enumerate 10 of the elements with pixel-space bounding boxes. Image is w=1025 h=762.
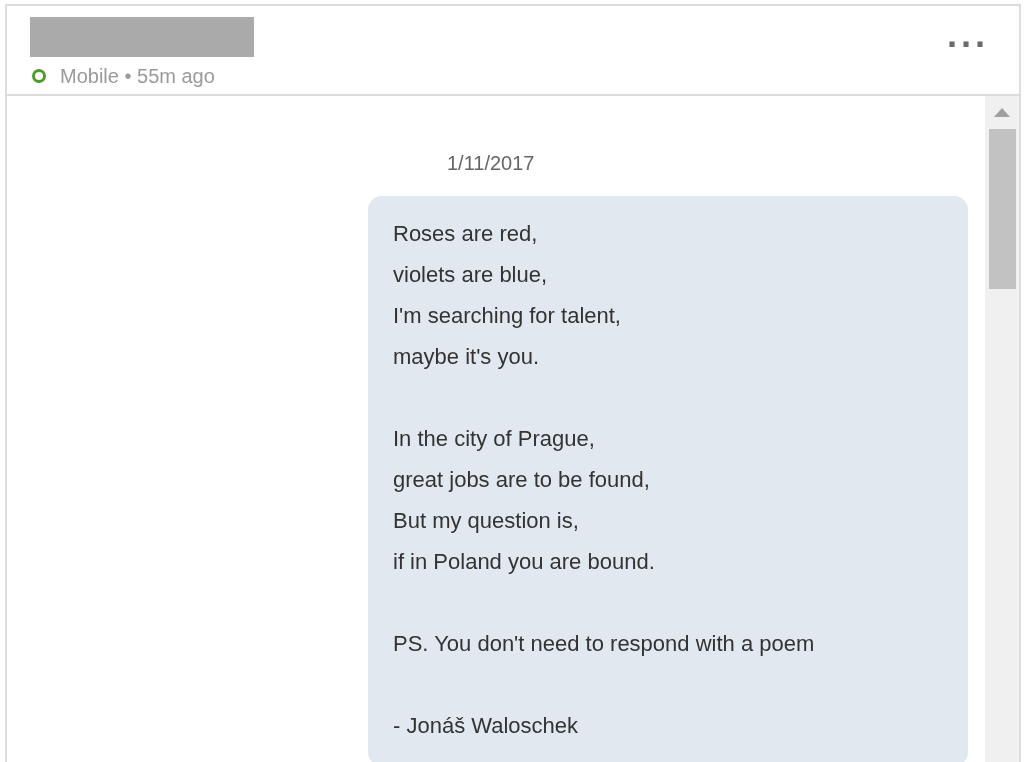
message-text: - Jonáš Waloschek [393,712,580,740]
message-text: In the city of Prague, great jobs are to be found, But my question is, if in Poland you are bound. [393,425,656,576]
scroll-thumb[interactable] [988,129,1016,289]
message-text: PS. You don't need to respond with a poem [393,630,816,658]
message-text: Roses are red, violets are blue, I'm searching for talent, maybe it's you. [393,220,622,371]
scrollbar[interactable] [985,96,1019,762]
status-text: Mobile • 55m ago [60,64,215,89]
date-label: 1/11/2017 [447,151,535,176]
scroll-up-icon[interactable] [994,108,1010,117]
more-menu-button[interactable]: ··· [947,35,989,55]
